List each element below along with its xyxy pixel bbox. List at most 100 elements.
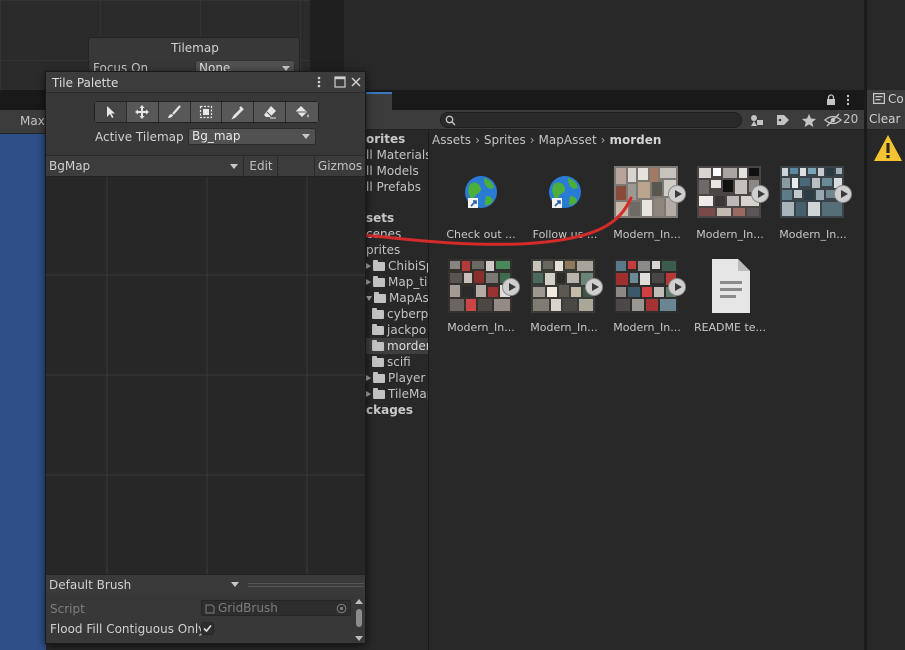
expand-sprites-button[interactable] [502,278,520,296]
breadcrumb-morden[interactable]: morden [609,133,661,147]
chevron-right-icon[interactable] [366,391,371,397]
tree-item-morden[interactable]: morden [366,338,428,354]
project-search-input[interactable] [440,112,742,128]
warning-icon[interactable] [873,134,903,162]
maximize-icon[interactable] [334,75,346,89]
folder-icon [372,324,384,335]
tree-item-player[interactable]: Player [366,370,425,386]
active-tilemap-label: Active Tilemap [95,130,184,144]
tree-item-mapasset[interactable]: MapAsse [366,290,428,306]
breadcrumb-assets[interactable]: Assets [432,133,471,147]
tile-palette-window: Tile Palette Active Tilemap Bg_map BgMap… [45,71,366,644]
tree-item-label: TileMap [388,387,428,401]
expand-sprites-button[interactable] [668,185,686,203]
tree-item-label: prites [366,243,401,257]
picker-tool-button[interactable] [222,102,255,122]
tree-item-label: scifi [387,355,411,369]
expand-sprites-button[interactable] [751,185,769,203]
eraser-tool-button[interactable] [254,102,287,122]
tree-item-all-materials[interactable]: ll Materials [366,147,428,163]
more-options-icon[interactable] [316,75,322,89]
fill-tool-button[interactable] [286,102,319,122]
tree-item-label: Player [388,371,426,385]
scene-maximize-label[interactable]: Max [20,114,45,128]
palette-dropdown-value: BgMap [49,159,91,173]
close-icon[interactable] [350,75,362,89]
chevron-right-icon: › [475,133,480,147]
tree-item-assets[interactable]: sets [366,210,394,226]
tile-palette-titlebar[interactable]: Tile Palette [46,72,365,93]
active-tilemap-dropdown[interactable]: Bg_map [188,128,316,145]
brush-panel-resize-handle[interactable] [248,583,364,587]
chevron-right-icon[interactable] [366,279,371,285]
console-log [867,130,905,650]
tree-item-all-prefabs[interactable]: ll Prefabs [366,179,421,195]
filter-by-type-icon[interactable] [748,112,766,128]
hidden-packages-toggle[interactable]: 20 [824,112,864,128]
chevron-right-icon[interactable] [366,263,371,269]
asset-label: Check out ... [446,228,516,241]
lock-icon[interactable] [826,94,836,106]
tree-item-label: orites [366,132,406,146]
tree-item-favorites[interactable]: orites [366,131,405,147]
chevron-down-icon[interactable] [366,296,372,301]
favorite-star-icon[interactable] [800,112,818,128]
script-label: Script [50,602,85,616]
expand-sprites-button[interactable] [834,185,852,203]
tab-console-label: Co [888,92,904,106]
tree-item-label: jackpo [387,323,427,337]
brush-dropdown[interactable]: Default Brush [46,576,244,594]
tree-item-scenes[interactable]: cenes [366,226,401,242]
paint-brush-tool-button[interactable] [158,102,191,122]
asset-label: Modern_In... [530,321,598,334]
console-icon [873,93,885,104]
palette-edit-button[interactable]: Edit [245,156,278,177]
eraser-icon [263,106,276,119]
palette-gizmos-button[interactable]: Gizmos [314,156,365,177]
breadcrumb-mapasset[interactable]: MapAsset [539,133,597,147]
select-tool-button[interactable] [95,102,127,122]
tree-item-sprites[interactable]: prites [366,242,400,258]
tree-item-label: cyberp [387,307,428,321]
palette-toolbar: BgMap Edit Gizmos [46,155,365,177]
tree-item-cyberpunk[interactable]: cyberp [372,306,428,322]
web-link-globe-icon [532,164,596,222]
chevron-right-icon[interactable] [366,375,371,381]
more-options-icon[interactable] [845,94,851,106]
expand-sprites-button[interactable] [585,278,603,296]
breadcrumb-sprites[interactable]: Sprites [484,133,526,147]
chevron-right-icon: › [600,133,606,147]
tree-item-packages[interactable]: ckages [366,402,413,418]
tree-item-map-tiles[interactable]: Map_tiles [366,274,428,290]
move-tool-button[interactable] [126,102,159,122]
object-picker-icon[interactable] [336,603,347,614]
asset-label: Modern_In... [779,228,847,241]
hidden-count-value: 20 [843,112,859,126]
tree-item-label: cenes [366,227,402,241]
palette-tool-strip [94,101,319,123]
folder-icon [372,340,384,351]
tree-item-scifi[interactable]: scifi [372,354,411,370]
flood-fill-checkbox[interactable] [201,622,214,635]
asset-label: Follow us ... [532,228,598,241]
scene-view-canvas[interactable] [0,134,46,650]
folder-icon [373,372,385,383]
brush-inspector-scrollbar[interactable] [354,598,364,643]
folder-icon [372,356,384,367]
palette-grid-canvas[interactable] [46,177,365,574]
expand-sprites-button[interactable] [668,278,686,296]
filter-by-label-icon[interactable] [774,112,792,128]
script-field-value: GridBrush [218,601,278,615]
brush-dropdown-value: Default Brush [49,578,132,592]
tree-item-jackpot[interactable]: jackpo [372,322,426,338]
tree-item-all-models[interactable]: ll Models [366,163,419,179]
tree-item-tilemap[interactable]: TileMap [366,386,428,402]
console-clear-button[interactable]: Clear [869,112,900,126]
web-link-globe-icon [448,164,512,222]
pane-divider[interactable] [428,130,429,650]
palette-dropdown[interactable]: BgMap [46,156,244,177]
box-fill-tool-button[interactable] [190,102,223,122]
tree-item-chibisprites[interactable]: ChibiSpri [366,258,428,274]
eye-hidden-icon [824,113,842,127]
brush-inspector: Script GridBrush Flood Fill Contiguous O… [46,594,365,643]
